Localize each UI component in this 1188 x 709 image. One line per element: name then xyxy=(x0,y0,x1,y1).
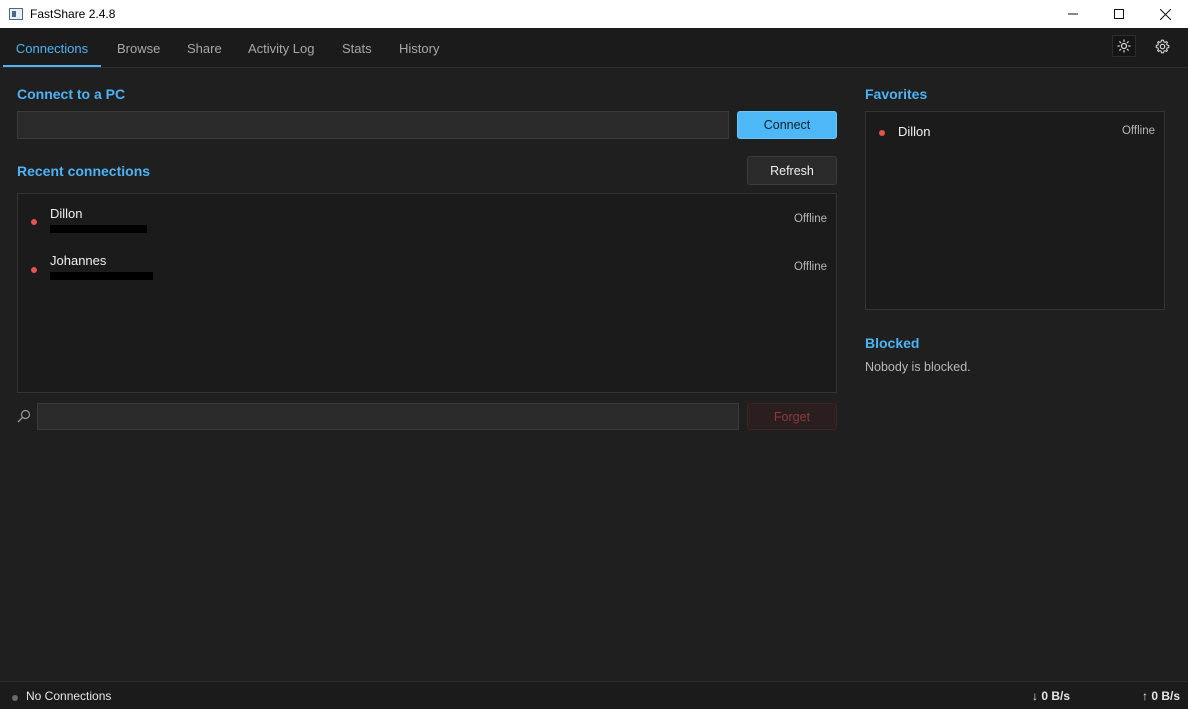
tab-stats[interactable]: Stats xyxy=(326,28,388,67)
maximize-button[interactable] xyxy=(1096,0,1142,28)
connection-status-dot xyxy=(12,695,18,701)
status-bar: No Connections ↓ 0 B/s ↑ 0 B/s xyxy=(0,681,1188,709)
theme-toggle-button[interactable] xyxy=(1112,35,1136,57)
sun-icon xyxy=(1117,39,1131,53)
tab-bar: Connections Browse Share Activity Log St… xyxy=(0,28,1188,68)
connection-name: Johannes xyxy=(50,253,107,268)
favorites-list: Dillon Offline xyxy=(865,111,1165,310)
refresh-button[interactable]: Refresh xyxy=(747,156,837,185)
tab-connections[interactable]: Connections xyxy=(3,28,101,67)
favorites-title: Favorites xyxy=(865,86,928,102)
connect-button[interactable]: Connect xyxy=(737,111,837,139)
list-item[interactable]: Johannes Offline xyxy=(18,246,836,290)
search-icon xyxy=(17,409,31,423)
connection-name: Dillon xyxy=(50,206,83,221)
list-item[interactable]: Dillon Offline xyxy=(866,112,1164,156)
pc-address-input[interactable] xyxy=(17,111,729,139)
list-item[interactable]: Dillon Offline xyxy=(18,198,836,242)
blocked-title: Blocked xyxy=(865,335,920,351)
window-controls xyxy=(1050,0,1188,28)
favorite-status: Offline xyxy=(1121,125,1155,137)
blocked-empty-text: Nobody is blocked. xyxy=(865,360,971,374)
forget-button[interactable]: Forget xyxy=(747,403,837,430)
recent-connections-title: Recent connections xyxy=(17,163,151,179)
search-input[interactable] xyxy=(37,403,739,430)
offline-status-dot xyxy=(31,219,37,225)
tab-share[interactable]: Share xyxy=(171,28,238,67)
tab-activity-log[interactable]: Activity Log xyxy=(232,28,330,67)
offline-status-dot xyxy=(879,130,885,136)
connection-status: Offline xyxy=(793,261,827,273)
app-icon xyxy=(9,8,23,20)
gear-icon xyxy=(1155,39,1169,53)
minimize-icon xyxy=(1068,13,1078,15)
title-bar: FastShare 2.4.8 xyxy=(0,0,1188,28)
window-title: FastShare 2.4.8 xyxy=(30,7,116,21)
connection-status: Offline xyxy=(793,213,827,225)
maximize-icon xyxy=(1114,9,1124,19)
recent-connections-list: Dillon Offline Johannes Offline xyxy=(17,193,837,393)
close-button[interactable] xyxy=(1142,0,1188,28)
settings-button[interactable] xyxy=(1150,35,1174,57)
redacted-address xyxy=(50,225,147,233)
connect-section-title: Connect to a PC xyxy=(17,86,126,102)
favorite-name: Dillon xyxy=(898,124,931,139)
tab-history[interactable]: History xyxy=(383,28,455,67)
minimize-button[interactable] xyxy=(1050,0,1096,28)
redacted-address xyxy=(50,272,153,280)
offline-status-dot xyxy=(31,267,37,273)
tab-browse[interactable]: Browse xyxy=(101,28,176,67)
connection-status-text: No Connections xyxy=(26,689,112,703)
download-rate: ↓ 0 B/s xyxy=(1032,689,1071,703)
close-icon xyxy=(1159,8,1171,20)
upload-rate: ↑ 0 B/s xyxy=(1142,689,1181,703)
